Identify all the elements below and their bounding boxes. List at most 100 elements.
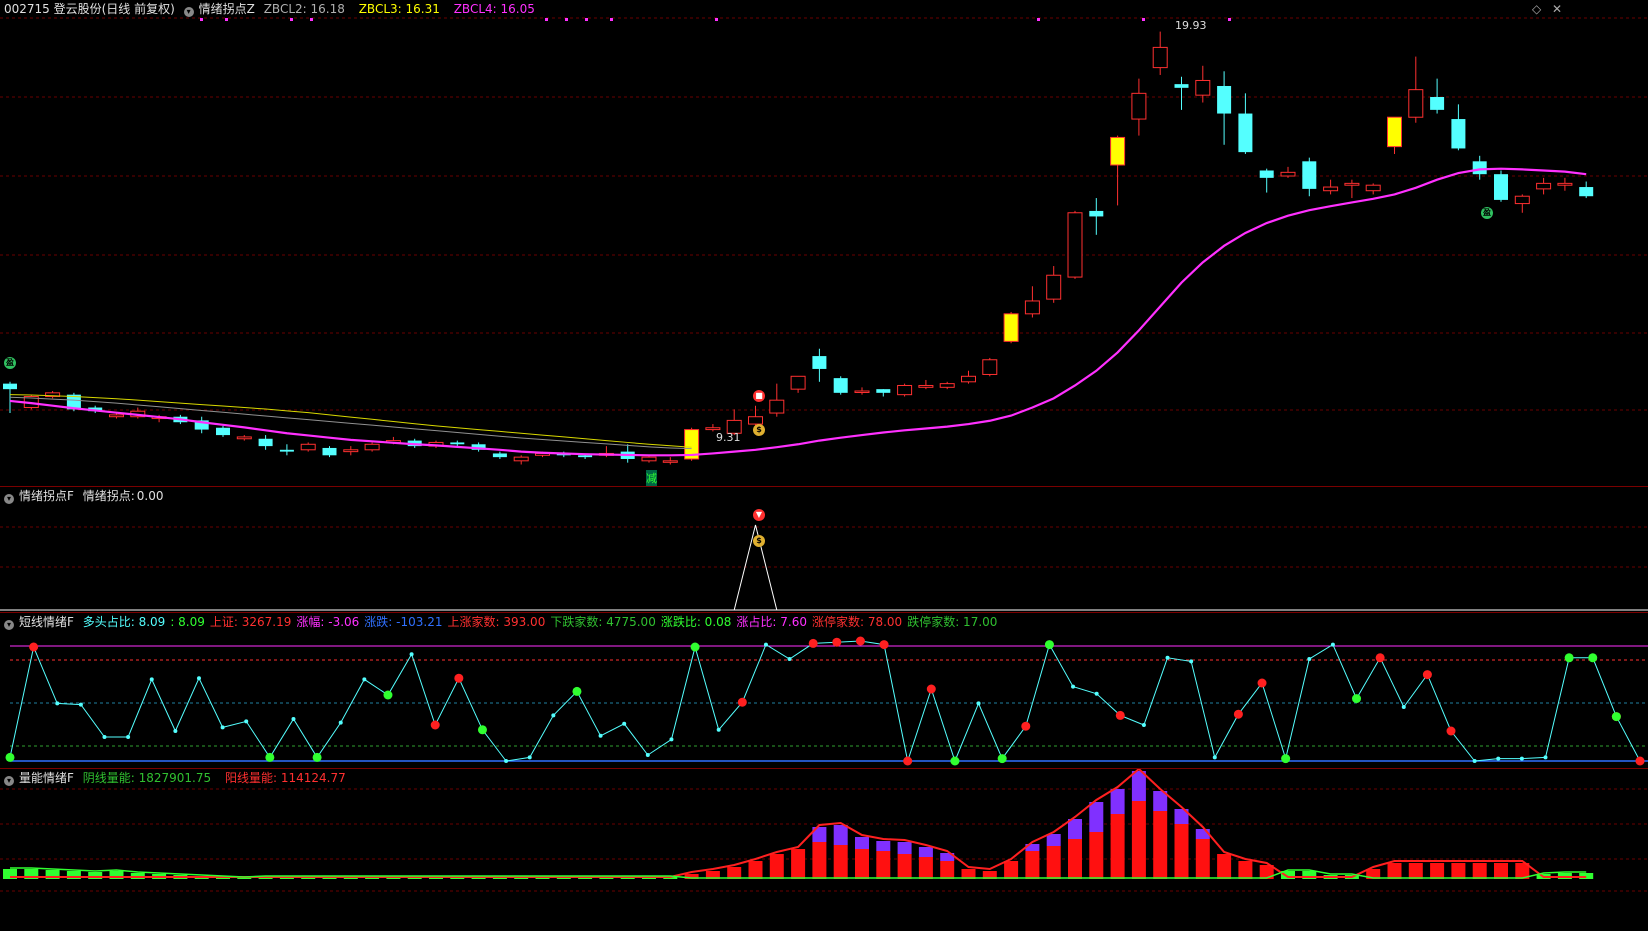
red-signal-dot	[1233, 709, 1243, 719]
short-point	[338, 720, 343, 725]
top-dot	[1228, 18, 1231, 21]
ying-badge-label: 盈	[6, 358, 14, 367]
up-candle	[769, 399, 785, 414]
red-volume-bar	[833, 845, 848, 879]
down-candle	[812, 356, 827, 369]
red-signal-dot	[737, 697, 747, 707]
short-emotion-line	[9, 640, 1641, 763]
volume-title[interactable]: 量能情绪F	[19, 771, 74, 785]
yin-readout: 阴线量能: 1827901.75	[83, 771, 216, 785]
up-candle	[982, 359, 998, 375]
down-candle	[578, 455, 593, 458]
down-candle	[876, 389, 891, 393]
zbcl3-readout: ZBCL3: 16.31	[359, 2, 445, 16]
top-dot	[565, 18, 568, 21]
short-point	[78, 702, 83, 707]
emotion-title[interactable]: 情绪拐点F	[19, 489, 74, 503]
jian-signal-label: 减	[646, 470, 657, 486]
short-point	[1519, 756, 1524, 761]
purple-volume-bar	[897, 842, 912, 854]
main-header: 002715 登云股份(日线 前复权) ▾ 情绪拐点Z ZBCL2: 16.18 …	[4, 2, 545, 17]
zbcl2-value: 16.18	[310, 2, 345, 16]
candlestick-chart[interactable]	[0, 0, 1648, 486]
up-candle	[897, 384, 913, 396]
down-candle	[1089, 210, 1104, 217]
down-candle	[1174, 84, 1189, 88]
short-point	[1330, 642, 1335, 647]
top-dot	[585, 18, 588, 21]
green-signal-dot	[1352, 694, 1362, 704]
red-volume-bar	[1089, 832, 1104, 879]
purple-volume-bar	[876, 841, 891, 851]
short-point	[504, 759, 509, 763]
down-candle	[1238, 113, 1253, 153]
short-point	[55, 701, 60, 706]
indicator-menu-icon[interactable]: ▾	[183, 7, 194, 17]
short-point	[1212, 755, 1217, 760]
red-volume-bar	[1195, 839, 1210, 879]
down-candle	[1259, 170, 1274, 178]
short-point	[1543, 755, 1548, 760]
red-signal-dot	[879, 640, 889, 650]
down-candle	[492, 453, 507, 458]
green-signal-dot	[5, 752, 15, 762]
red-volume-bar	[1387, 863, 1402, 879]
short-readout-8: 涨占比: 7.60	[736, 615, 807, 629]
red-signal-dot	[29, 642, 39, 652]
red-signal-dot	[454, 673, 464, 683]
red-signal-dot	[1021, 721, 1031, 731]
main-chart-pane[interactable]: 002715 登云股份(日线 前复权) ▾ 情绪拐点Z ZBCL2: 16.18 …	[0, 0, 1648, 486]
up-candle	[364, 443, 380, 451]
top-dot	[290, 18, 293, 21]
green-signal-dot	[997, 754, 1007, 764]
short-point	[645, 753, 650, 757]
green-signal-dot	[1044, 640, 1054, 650]
indicator-name[interactable]: 情绪拐点Z	[199, 2, 255, 16]
short-emotion-pane[interactable]: ▾ 短线情绪F 多头占比: 8.09: 8.09 上证: 3267.19 涨幅: -3…	[0, 612, 1648, 768]
emotion-menu-icon[interactable]: ▾	[4, 494, 14, 504]
peak-signal-icon: ▼	[753, 509, 765, 521]
down-candle	[3, 383, 17, 390]
short-readout-5: 上涨家数: 393.00	[447, 615, 546, 629]
short-point	[622, 721, 627, 726]
red-signal-dot	[1422, 670, 1432, 680]
volume-menu-icon[interactable]: ▾	[4, 776, 14, 786]
up-candle	[109, 414, 124, 418]
short-point	[787, 657, 792, 661]
zbcl2-readout: ZBCL2: 16.18	[264, 2, 350, 16]
red-volume-bar	[1408, 863, 1423, 879]
short-point	[598, 733, 603, 738]
purple-volume-bar	[833, 825, 848, 845]
short-readout-1: : 8.09	[170, 615, 205, 629]
down-candle	[450, 442, 465, 445]
purple-volume-bar	[1046, 834, 1061, 846]
short-point	[1141, 723, 1146, 727]
red-volume-bar	[1494, 863, 1508, 879]
red-volume-bar	[748, 861, 763, 879]
up-candle	[236, 436, 252, 440]
short-menu-icon[interactable]: ▾	[4, 620, 14, 630]
up-candle	[641, 456, 657, 462]
short-readout-2: 上证: 3267.19	[209, 615, 292, 629]
down-candle	[1579, 187, 1594, 197]
stock-title[interactable]: 002715 登云股份(日线 前复权)	[4, 2, 175, 16]
limit-up-candle	[1387, 116, 1402, 148]
up-candle	[1131, 92, 1147, 120]
red-signal-dot	[832, 637, 842, 647]
red-volume-bar	[1068, 839, 1082, 879]
up-candle	[939, 383, 955, 388]
red-volume-bar	[1174, 824, 1189, 879]
emotion-pane[interactable]: ▾ 情绪拐点F 情绪拐点: 0.00 ▼ $	[0, 486, 1648, 612]
red-volume-bar	[727, 867, 742, 879]
up-candle	[1557, 182, 1573, 186]
red-volume-bar	[1451, 863, 1466, 879]
red-volume-bar	[897, 854, 912, 879]
short-readout-3: 涨幅: -3.06	[296, 615, 360, 629]
down-candle	[1494, 174, 1508, 200]
down-candle	[1451, 119, 1466, 149]
volume-header: ▾ 量能情绪F 阴线量能: 1827901.75 阳线量能: 114124.77	[4, 771, 356, 786]
volume-emotion-pane[interactable]: ▾ 量能情绪F 阴线量能: 1827901.75 阳线量能: 114124.77	[0, 768, 1648, 930]
short-point	[196, 676, 201, 681]
short-title[interactable]: 短线情绪F	[19, 615, 74, 629]
green-signal-dot	[477, 725, 487, 735]
